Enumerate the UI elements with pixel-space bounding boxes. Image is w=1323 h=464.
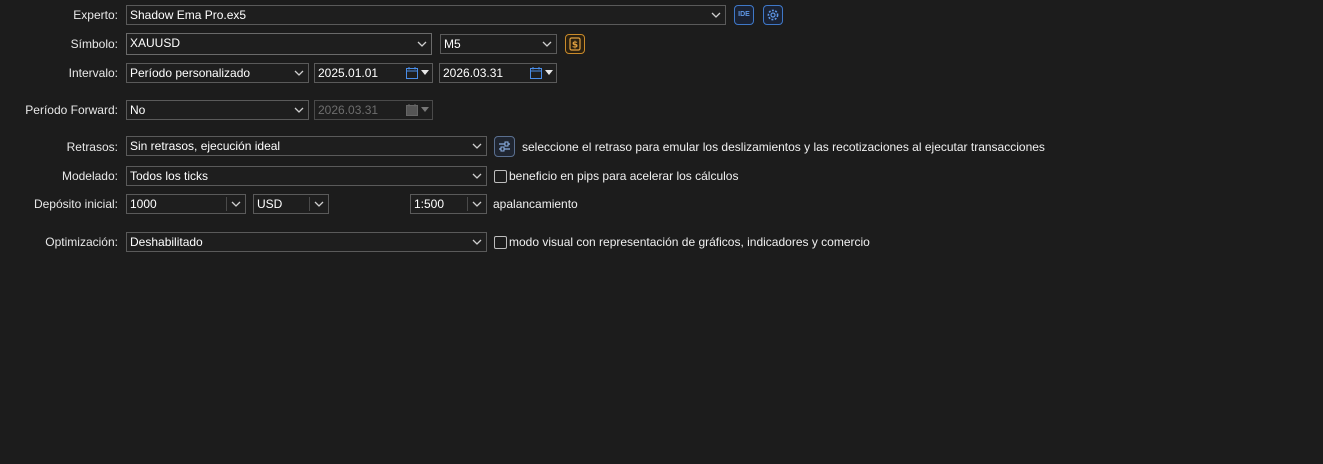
dropdown-separator (309, 197, 310, 211)
calendar-icon (406, 67, 418, 79)
timeframe-select[interactable]: M5 (440, 34, 557, 54)
pips-label: beneficio en pips para acelerar los cálc… (509, 169, 739, 183)
pips-checkbox[interactable] (494, 170, 507, 183)
optimization-label: Optimización: (45, 235, 118, 249)
expert-select[interactable]: Shadow Ema Pro.ex5 (126, 5, 726, 25)
delays-settings-button[interactable] (494, 136, 515, 157)
expert-value: Shadow Ema Pro.ex5 (130, 8, 247, 22)
dollar-icon: $ (569, 37, 581, 51)
forward-date-picker[interactable]: 2026.03.31 (314, 100, 433, 120)
forward-value: No (130, 103, 146, 117)
symbol-spec-button[interactable]: $ (565, 34, 585, 54)
chevron-down-icon (472, 239, 482, 245)
forward-date-value: 2026.03.31 (318, 103, 379, 117)
chevron-down-icon (472, 143, 482, 149)
currency-value: USD (257, 197, 283, 211)
delays-value: Sin retrasos, ejecución ideal (130, 139, 281, 153)
deposit-select[interactable]: 1000 (126, 194, 246, 214)
date-to-picker[interactable]: 2026.03.31 (439, 63, 557, 83)
ide-button[interactable]: IDE (734, 5, 754, 25)
settings-button[interactable] (763, 5, 783, 25)
dropdown-separator (226, 197, 227, 211)
svg-text:$: $ (572, 41, 578, 51)
symbol-value: XAUUSD (130, 36, 181, 50)
forward-select[interactable]: No (126, 100, 309, 120)
chevron-down-icon (231, 201, 241, 207)
chevron-down-icon (421, 107, 429, 112)
interval-label: Intervalo: (68, 66, 118, 80)
calendar-icon (530, 67, 542, 79)
ide-icon: IDE (738, 11, 750, 18)
optimization-value: Deshabilitado (130, 235, 203, 249)
modeling-select[interactable]: Todos los ticks (126, 166, 487, 186)
modeling-value: Todos los ticks (130, 169, 209, 183)
optimization-select[interactable]: Deshabilitado (126, 232, 487, 252)
chevron-down-icon (417, 41, 427, 47)
visual-mode-label: modo visual con representación de gráfic… (509, 235, 870, 249)
chevron-down-icon (294, 70, 304, 76)
symbol-input[interactable]: XAUUSD (126, 33, 432, 55)
interval-select[interactable]: Período personalizado (126, 63, 309, 83)
forward-label: Período Forward: (25, 103, 118, 117)
leverage-select[interactable]: 1:500 (410, 194, 487, 214)
chevron-down-icon (545, 70, 553, 75)
deposit-value: 1000 (130, 197, 157, 211)
expert-label: Experto: (73, 8, 118, 22)
currency-select[interactable]: USD (253, 194, 329, 214)
interval-value: Período personalizado (130, 66, 251, 80)
chevron-down-icon (472, 173, 482, 179)
delays-select[interactable]: Sin retrasos, ejecución ideal (126, 136, 487, 156)
delays-hint: seleccione el retraso para emular los de… (522, 140, 1045, 154)
chevron-down-icon (472, 201, 482, 207)
chevron-down-icon (314, 201, 324, 207)
chevron-down-icon (421, 70, 429, 75)
date-from-value: 2025.01.01 (318, 66, 379, 80)
dropdown-separator (467, 197, 468, 211)
symbol-label: Símbolo: (70, 37, 118, 51)
date-to-value: 2026.03.31 (443, 66, 504, 80)
chevron-down-icon (711, 12, 721, 18)
chevron-down-icon (542, 41, 552, 47)
chevron-down-icon (294, 107, 304, 113)
gear-icon (767, 9, 779, 21)
modeling-label: Modelado: (61, 169, 118, 183)
timeframe-value: M5 (444, 37, 461, 51)
calendar-icon (406, 104, 418, 116)
visual-mode-checkbox[interactable] (494, 236, 507, 249)
leverage-label: apalancamiento (493, 197, 578, 211)
leverage-value: 1:500 (414, 197, 445, 211)
sliders-icon (499, 141, 510, 152)
date-from-picker[interactable]: 2025.01.01 (314, 63, 433, 83)
delays-label: Retrasos: (66, 140, 118, 154)
deposit-label: Depósito inicial: (33, 197, 118, 211)
